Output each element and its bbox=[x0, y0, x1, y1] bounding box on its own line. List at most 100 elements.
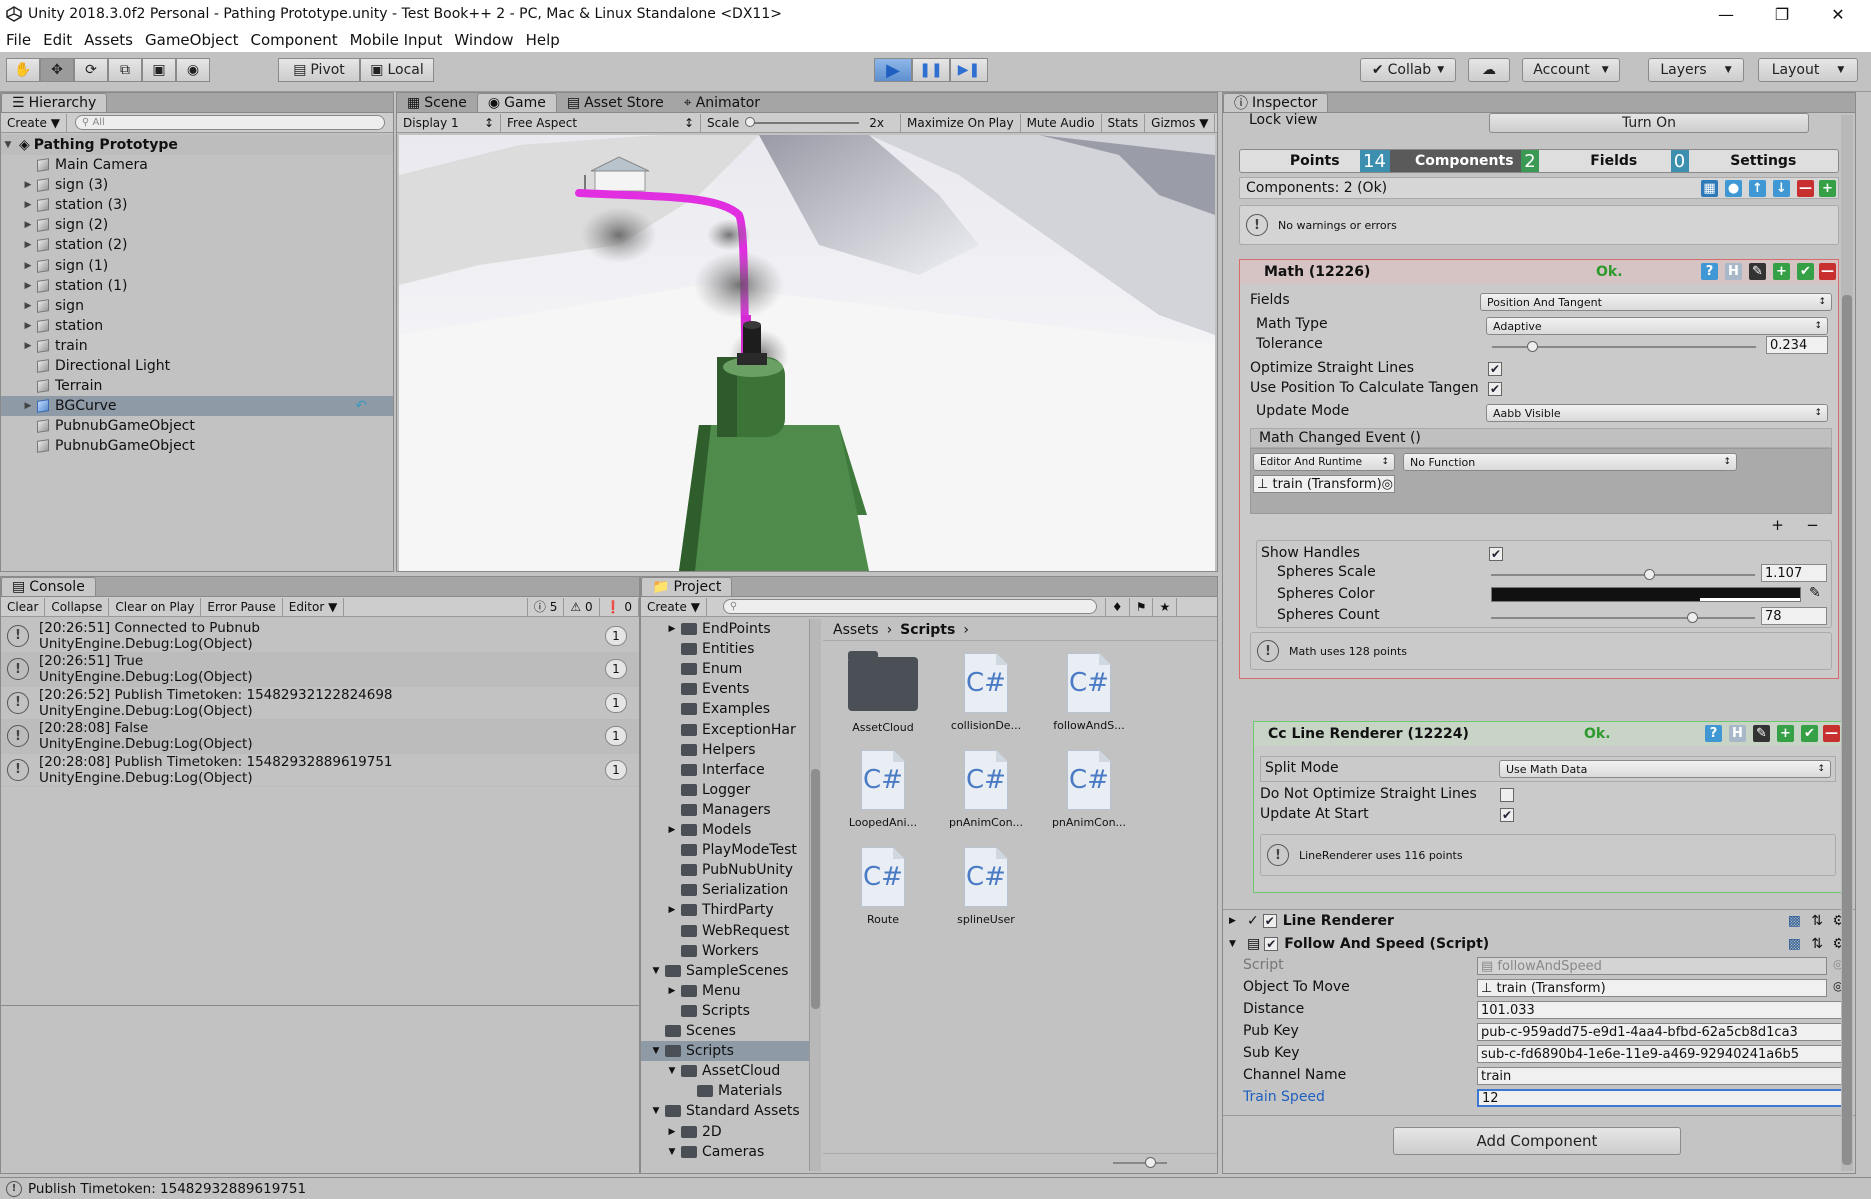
scene-root-row[interactable]: ▼ ◈ Pathing Prototype bbox=[1, 135, 393, 155]
expand-right-icon[interactable]: ▶ bbox=[21, 261, 35, 271]
update-at-start-checkbox[interactable]: ✔ bbox=[1500, 808, 1514, 822]
spheres-count-slider[interactable] bbox=[1491, 612, 1755, 623]
menu-edit[interactable]: Edit bbox=[37, 31, 78, 49]
split-mode-dropdown[interactable]: Use Math Data bbox=[1499, 760, 1831, 778]
add-event-icon[interactable]: + bbox=[1771, 516, 1784, 534]
icon-size-knob[interactable] bbox=[1145, 1157, 1156, 1168]
edit-pencil-icon[interactable]: ✎ bbox=[1749, 263, 1766, 280]
game-viewport[interactable] bbox=[399, 135, 1215, 571]
help-icon[interactable]: ? bbox=[1705, 725, 1722, 742]
menu-help[interactable]: Help bbox=[520, 31, 566, 49]
check-icon[interactable]: ✔ bbox=[1797, 263, 1814, 280]
tree-scrollbar[interactable] bbox=[809, 619, 821, 1171]
asset-item[interactable]: C# pnAnimCon... bbox=[936, 750, 1036, 829]
asset-item[interactable]: AssetCloud bbox=[833, 651, 933, 734]
folder-tree-item[interactable]: WebRequest bbox=[641, 921, 811, 941]
train-speed-input[interactable]: 12 bbox=[1477, 1089, 1847, 1107]
expand-right-icon[interactable]: ▶ bbox=[21, 220, 35, 230]
folder-tree-item[interactable]: Interface bbox=[641, 760, 811, 780]
tab-animator[interactable]: ⌖ Animator bbox=[674, 93, 770, 112]
remove-event-icon[interactable]: − bbox=[1806, 516, 1819, 534]
local-button[interactable]: ▣ Local bbox=[360, 58, 434, 82]
folder-tree-item[interactable]: ExceptionHar bbox=[641, 720, 811, 740]
do-not-optimize-checkbox[interactable] bbox=[1500, 788, 1514, 802]
tab-fields[interactable]: Fields 0 bbox=[1539, 150, 1689, 172]
scale-knob[interactable] bbox=[745, 116, 756, 127]
arrow-up-icon[interactable]: ↑ bbox=[1749, 180, 1766, 197]
hierarchy-item[interactable]: ▶ BGCurve ↶ bbox=[1, 396, 393, 417]
fields-dropdown[interactable]: Position And Tangent bbox=[1480, 293, 1832, 311]
asset-item[interactable]: C# followAndS... bbox=[1039, 653, 1139, 732]
turn-on-button[interactable]: Turn On bbox=[1489, 113, 1809, 133]
foldout-icon[interactable]: ▶ bbox=[665, 905, 679, 915]
tab-hierarchy[interactable]: ☰ Hierarchy bbox=[1, 93, 108, 112]
palette-icon[interactable]: ▦ bbox=[1701, 180, 1718, 197]
add-component-button[interactable]: Add Component bbox=[1393, 1127, 1681, 1155]
editor-dropdown[interactable]: Editor ▼ bbox=[283, 597, 345, 616]
folder-tree-item[interactable]: Materials bbox=[641, 1081, 811, 1101]
folder-tree-item[interactable]: Scenes bbox=[641, 1021, 811, 1041]
pivot-button[interactable]: ▤ Pivot bbox=[278, 58, 360, 82]
asset-item[interactable]: C# pnAnimCon... bbox=[1039, 750, 1139, 829]
tolerance-knob[interactable] bbox=[1526, 341, 1538, 352]
hierarchy-item[interactable]: ▶ train bbox=[1, 336, 393, 356]
hierarchy-item[interactable]: Directional Light bbox=[1, 356, 393, 376]
tab-inspector[interactable]: ⓘ Inspector bbox=[1223, 93, 1329, 112]
add-icon[interactable]: + bbox=[1819, 180, 1836, 197]
hierarchy-item[interactable]: ▶ sign (3) bbox=[1, 175, 393, 195]
expand-right-icon[interactable]: ▶ bbox=[21, 180, 35, 190]
clear-on-play-toggle[interactable]: Clear on Play bbox=[109, 597, 202, 616]
spheres-count-input[interactable]: 78 bbox=[1761, 607, 1827, 625]
mute-audio-toggle[interactable]: Mute Audio bbox=[1021, 113, 1102, 132]
console-entry[interactable]: ! [20:28:08] Publish Timetoken: 154829328… bbox=[1, 753, 639, 788]
foldout-right-icon[interactable]: ▶ bbox=[1229, 916, 1243, 926]
console-entry[interactable]: ! [20:26:51] True UnityEngine.Debug:Log(Ob… bbox=[1, 652, 639, 687]
filter-label-icon[interactable]: ⚑ bbox=[1130, 597, 1154, 616]
object-to-move-field[interactable]: ⊥ train (Transform) bbox=[1477, 979, 1827, 997]
rotate-tool-icon[interactable]: ⟳ bbox=[74, 58, 108, 82]
layers-dropdown[interactable]: Layers ▼ bbox=[1648, 58, 1744, 82]
inspector-scrollbar-thumb[interactable] bbox=[1842, 295, 1852, 1165]
foldout-icon[interactable]: ▼ bbox=[665, 1147, 679, 1157]
hierarchy-item[interactable]: ▶ sign (2) bbox=[1, 215, 393, 235]
remove-icon[interactable]: — bbox=[1819, 263, 1836, 280]
foldout-icon[interactable]: ▼ bbox=[665, 1066, 679, 1076]
folder-tree-item[interactable]: ▼ SampleScenes bbox=[641, 961, 811, 981]
spheres-count-knob[interactable] bbox=[1686, 612, 1698, 623]
collapse-toggle[interactable]: Collapse bbox=[45, 597, 110, 616]
follow-component-header[interactable]: ▼ ▤ ✔ Follow And Speed (Script) ▩ ⇅ ⚙ bbox=[1223, 933, 1855, 955]
expand-right-icon[interactable]: ▶ bbox=[21, 341, 35, 351]
hide-icon[interactable]: H bbox=[1725, 263, 1742, 280]
expand-right-icon[interactable]: ▶ bbox=[21, 200, 35, 210]
project-create-button[interactable]: Create ▼ bbox=[641, 597, 707, 616]
add-icon[interactable]: + bbox=[1773, 263, 1790, 280]
hierarchy-item[interactable]: ▶ station (3) bbox=[1, 195, 393, 215]
folder-tree-item[interactable]: PubNubUnity bbox=[641, 860, 811, 880]
hand-tool-icon[interactable]: ✋ bbox=[6, 58, 40, 82]
menu-assets[interactable]: Assets bbox=[78, 31, 139, 49]
book-icon[interactable]: ▩ bbox=[1788, 936, 1801, 952]
math-type-dropdown[interactable]: Adaptive bbox=[1486, 317, 1828, 335]
transform-tool-icon[interactable]: ◉ bbox=[176, 58, 210, 82]
maximize-on-play-toggle[interactable]: Maximize On Play bbox=[901, 113, 1021, 132]
asset-item[interactable]: C# Route bbox=[833, 847, 933, 926]
folder-tree-item[interactable]: Serialization bbox=[641, 880, 811, 900]
line-renderer-component-header[interactable]: ▶ ✓ ✔ Line Renderer ▩ ⇅ ⚙ bbox=[1223, 909, 1855, 931]
remove-icon[interactable]: — bbox=[1797, 180, 1814, 197]
foldout-icon[interactable]: ▼ bbox=[649, 1046, 663, 1056]
line-renderer-enabled-checkbox[interactable]: ✔ bbox=[1262, 913, 1277, 928]
tolerance-input[interactable]: 0.234 bbox=[1766, 336, 1828, 354]
hide-icon[interactable]: H bbox=[1729, 725, 1746, 742]
minimize-icon[interactable]: — bbox=[1698, 0, 1754, 28]
clear-button[interactable]: Clear bbox=[1, 597, 46, 616]
hierarchy-item[interactable]: Terrain bbox=[1, 376, 393, 396]
foldout-icon[interactable]: ▶ bbox=[665, 825, 679, 835]
breadcrumb-scripts[interactable]: Scripts bbox=[900, 622, 955, 638]
arrow-down-icon[interactable]: ↓ bbox=[1773, 180, 1790, 197]
expand-right-icon[interactable]: ▶ bbox=[21, 240, 35, 250]
expand-right-icon[interactable]: ▶ bbox=[21, 401, 35, 411]
warning-count-toggle[interactable]: ⚠ 0 bbox=[564, 597, 600, 616]
hierarchy-item[interactable]: ▶ station (2) bbox=[1, 235, 393, 255]
scale-slider[interactable]: Scale 2x bbox=[701, 113, 901, 132]
step-button[interactable]: ▶❚ bbox=[950, 58, 988, 82]
